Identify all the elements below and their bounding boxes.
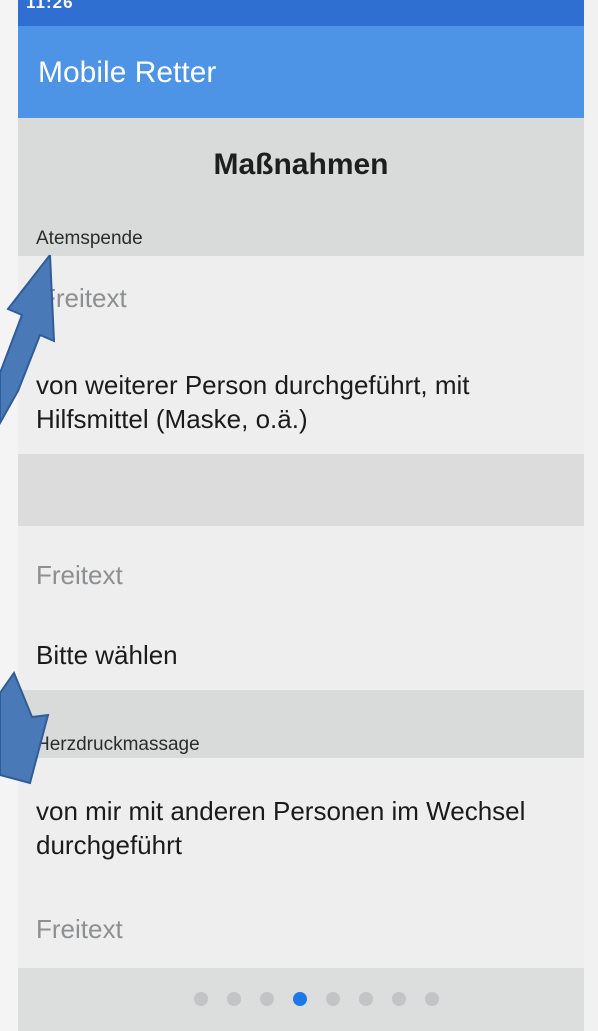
select-value: von weiterer Person durchgeführt, mit Hi… xyxy=(36,370,470,434)
app-title: Mobile Retter xyxy=(38,56,217,89)
atemspende-freetext-input[interactable]: Freitext xyxy=(18,256,584,335)
status-bar: 11:26 xyxy=(18,0,584,26)
page-dot xyxy=(260,992,274,1006)
freetext-placeholder: Freitext xyxy=(36,914,123,944)
phone-screen: 11:26 Mobile Retter Maßnahmen Atemspende… xyxy=(18,0,584,1031)
page-dot xyxy=(194,992,208,1006)
herzdruckmassage-freetext-input[interactable]: Freitext xyxy=(18,882,584,969)
freetext-placeholder: Freitext xyxy=(40,283,127,313)
page-indicator[interactable] xyxy=(18,968,584,1031)
app-bar: Mobile Retter xyxy=(18,26,584,118)
select-value: von mir mit anderen Personen im Wechsel … xyxy=(36,796,526,860)
page-header: Maßnahmen xyxy=(18,118,584,210)
page-dot-active xyxy=(293,992,307,1006)
page-dot xyxy=(326,992,340,1006)
page-dot xyxy=(392,992,406,1006)
annotation-arrow-lower-icon xyxy=(0,670,50,785)
page-dot xyxy=(359,992,373,1006)
section-label-atemspende: Atemspende xyxy=(18,210,584,256)
section2-select[interactable]: Bitte wählen xyxy=(18,610,584,691)
device-bezel-right xyxy=(584,0,598,1031)
page-dot xyxy=(425,992,439,1006)
select-value: Bitte wählen xyxy=(36,640,178,670)
freetext-placeholder: Freitext xyxy=(36,560,123,590)
atemspende-select[interactable]: von weiterer Person durchgeführt, mit Hi… xyxy=(18,334,584,455)
device-bezel-left xyxy=(0,0,18,1031)
annotation-arrow-upper-icon xyxy=(0,255,56,425)
section-label-text: Atemspende xyxy=(36,228,143,249)
section-label-text: Herzdruckmassage xyxy=(36,734,200,755)
page-title: Maßnahmen xyxy=(213,148,389,181)
section-label-herzdruckmassage: Herzdruckmassage xyxy=(18,690,584,758)
page-dot xyxy=(227,992,241,1006)
section2-freetext-input[interactable]: Freitext xyxy=(18,526,584,611)
status-time: 11:26 xyxy=(26,0,74,12)
section-label-empty xyxy=(18,454,584,526)
herzdruckmassage-select[interactable]: von mir mit anderen Personen im Wechsel … xyxy=(18,758,584,883)
